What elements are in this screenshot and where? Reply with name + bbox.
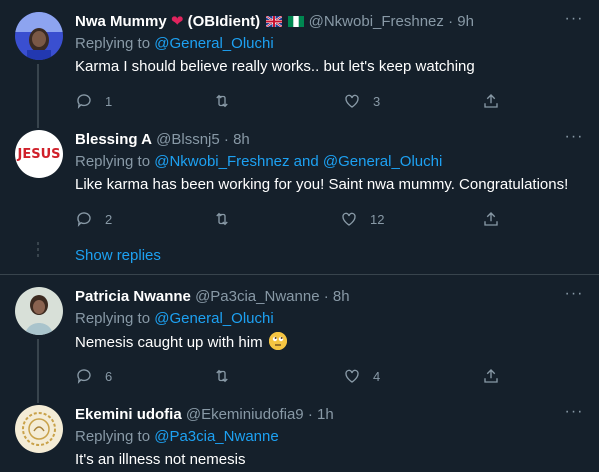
like-icon (345, 369, 359, 383)
replying-to-link[interactable]: @Nkwobi_Freshnez and @General_Oluchi (154, 153, 442, 170)
avatar[interactable] (15, 12, 63, 60)
share-icon (484, 94, 498, 108)
share-icon (484, 369, 498, 383)
separator: · (307, 406, 313, 423)
share-button[interactable] (482, 91, 500, 111)
avatar[interactable] (15, 287, 63, 335)
replying-label: Replying to (75, 35, 151, 52)
nigeria-flag-icon (288, 13, 305, 27)
reply-button[interactable]: 6 (75, 366, 112, 386)
author-name[interactable]: Blessing A (75, 131, 152, 148)
retweet-button[interactable] (213, 209, 231, 229)
tweet-text: Karma I should believe really works.. bu… (75, 58, 475, 75)
separator: · (323, 288, 329, 305)
thread-dots (37, 242, 39, 260)
share-icon (484, 212, 498, 226)
replying-label: Replying to (75, 153, 151, 170)
like-button[interactable]: 12 (340, 209, 384, 229)
like-button[interactable]: 4 (343, 366, 380, 386)
more-icon[interactable]: ··· (563, 11, 585, 32)
author-handle[interactable]: @Blssnj5 (156, 131, 220, 148)
more-icon[interactable]: ··· (563, 129, 585, 150)
timestamp[interactable]: 8h (333, 288, 350, 305)
tweet-text: Nemesis caught up with him (75, 334, 263, 351)
thread-line (37, 339, 39, 395)
reply-count: 1 (105, 93, 113, 109)
more-icon[interactable]: ··· (563, 404, 585, 425)
author-name[interactable]: Ekemini udofia (75, 406, 182, 423)
replying-to-link[interactable]: @General_Oluchi (154, 310, 273, 327)
timestamp[interactable]: 1h (317, 406, 334, 423)
tweet-text: It's an illness not nemesis (75, 451, 246, 468)
avatar-text: JESUS (17, 146, 61, 162)
replying-label: Replying to (75, 310, 151, 327)
reply-button[interactable]: 2 (75, 209, 112, 229)
thread-line (37, 393, 39, 403)
like-count: 4 (373, 368, 381, 384)
tweet-4[interactable]: Ekemini udofia @Ekeminiudofia9 · 1h ··· … (0, 393, 599, 472)
separator: · (223, 131, 229, 148)
reply-icon (77, 212, 91, 227)
tweet-3[interactable]: Patricia Nwanne @Pa3cia_Nwanne · 8h ··· … (0, 275, 599, 395)
avatar[interactable]: JESUS (15, 130, 63, 178)
avatar[interactable] (15, 405, 63, 453)
rolling-eyes-emoji-icon (268, 332, 287, 350)
tweet-text: Like karma has been working for you! Sai… (75, 176, 569, 193)
author-handle[interactable]: @Pa3cia_Nwanne (195, 288, 319, 305)
replying-to-link[interactable]: @General_Oluchi (154, 35, 273, 52)
more-icon[interactable]: ··· (563, 286, 585, 307)
thread-line (37, 114, 39, 128)
like-count: 3 (373, 93, 381, 109)
reply-count: 2 (105, 211, 113, 227)
timestamp[interactable]: 9h (457, 13, 474, 30)
timestamp[interactable]: 8h (233, 131, 250, 148)
thread-line (37, 64, 39, 116)
like-icon (345, 94, 359, 108)
author-name[interactable]: Nwa Mummy (75, 13, 167, 30)
share-button[interactable] (482, 366, 500, 386)
replying-to-link[interactable]: @Pa3cia_Nwanne (154, 428, 278, 445)
retweet-icon (216, 212, 228, 226)
author-name-suffix[interactable]: (OBIdient) (188, 13, 261, 30)
heart-emoji-icon: ❤ (170, 13, 184, 30)
uk-flag-icon (265, 13, 283, 28)
tweet-2[interactable]: JESUS Blessing A @Blssnj5 · 8h ··· Reply… (0, 114, 599, 274)
separator: · (448, 13, 454, 30)
reply-count: 6 (105, 368, 113, 384)
retweet-button[interactable] (213, 91, 231, 111)
reply-button[interactable]: 1 (75, 91, 112, 111)
author-handle[interactable]: @Ekeminiudofia9 (186, 406, 304, 423)
retweet-button[interactable] (213, 366, 231, 386)
replying-label: Replying to (75, 428, 151, 445)
retweet-icon (216, 369, 228, 383)
reply-icon (77, 369, 91, 384)
show-replies-link[interactable]: Show replies (75, 247, 161, 264)
author-name[interactable]: Patricia Nwanne (75, 288, 191, 305)
reply-icon (77, 94, 91, 109)
like-count: 12 (370, 211, 385, 227)
like-button[interactable]: 3 (343, 91, 380, 111)
share-button[interactable] (482, 209, 500, 229)
retweet-icon (216, 94, 228, 108)
like-icon (342, 212, 356, 226)
tweet-1[interactable]: Nwa Mummy ❤ (OBIdient) @Nkwobi_Freshnez … (0, 0, 599, 116)
author-handle[interactable]: @Nkwobi_Freshnez (309, 13, 444, 30)
